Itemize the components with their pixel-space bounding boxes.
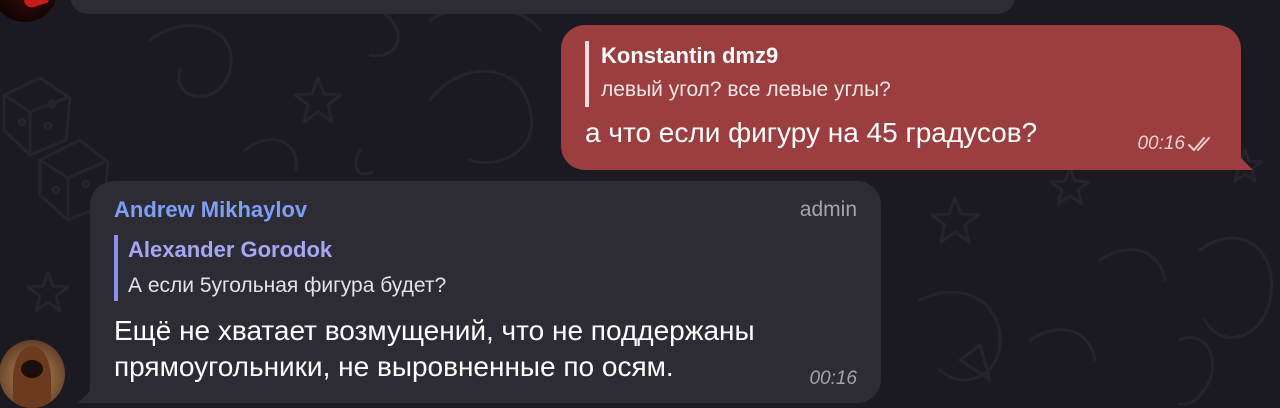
message-text: а что если фигуру на 45 градусов? bbox=[585, 117, 1038, 148]
reply-quote-text: левый угол? все левые углы? bbox=[601, 78, 891, 101]
message-text: Ещё не хватает возмущений, что не поддер… bbox=[114, 313, 874, 385]
double-check-icon bbox=[1188, 137, 1210, 151]
outgoing-message[interactable]: Konstantin dmz9 левый угол? все левые уг… bbox=[561, 25, 1253, 170]
avatar-face bbox=[21, 360, 43, 378]
reply-quote[interactable]: Alexander Gorodok А если 5угольная фигур… bbox=[114, 235, 638, 301]
message-time: 00:16 bbox=[809, 368, 857, 389]
reply-quote[interactable]: Konstantin dmz9 левый угол? все левые уг… bbox=[585, 41, 1017, 107]
reply-quote-author: Konstantin dmz9 bbox=[601, 43, 779, 68]
reply-quote-text: А если 5угольная фигура будет? bbox=[128, 274, 447, 297]
sender-name[interactable]: Andrew Mikhaylov bbox=[114, 197, 307, 223]
incoming-message[interactable]: Andrew Mikhaylov admin Alexander Gorodok… bbox=[78, 181, 881, 403]
reply-quote-author: Alexander Gorodok bbox=[128, 237, 333, 262]
previous-message-bubble bbox=[70, 0, 1015, 14]
avatar[interactable] bbox=[0, 340, 65, 408]
message-text-line: прямоугольники, не выровненные по осям. bbox=[114, 351, 674, 382]
message-text-line: Ещё не хватает возмущений, что не поддер… bbox=[114, 315, 755, 346]
admin-badge: admin bbox=[799, 198, 857, 221]
message-time: 00:16 bbox=[1137, 133, 1185, 154]
